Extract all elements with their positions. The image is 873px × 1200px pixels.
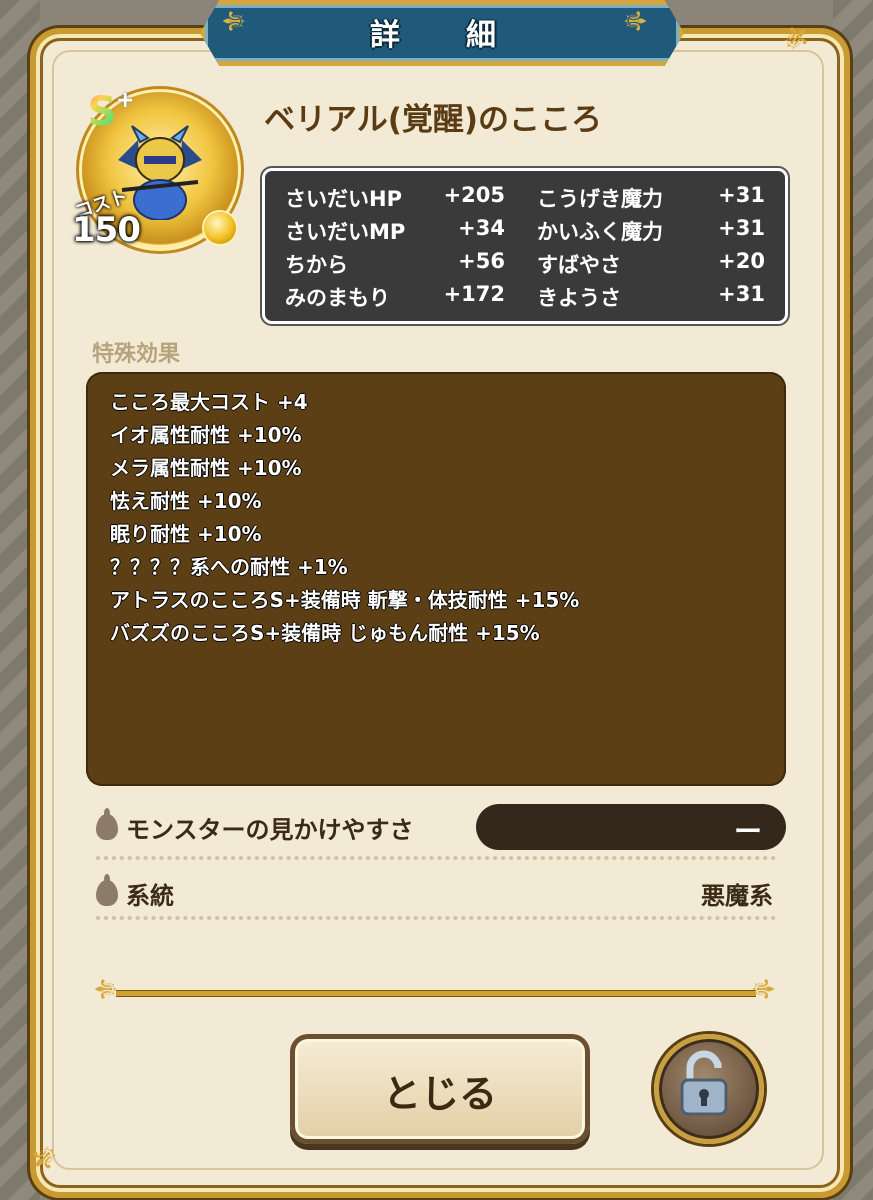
effect-item: メラ属性耐性 +10%: [110, 456, 302, 480]
dotted-divider: [96, 856, 776, 860]
monster-portrait-icon: [118, 125, 202, 220]
effect-item: アトラスのこころS+装備時 斬撃・体技耐性 +15%: [110, 588, 580, 612]
stat-value: +31: [718, 282, 765, 306]
stats-box: さいだいHP +205 さいだいMP +34 ちから +56 みのまもり +17…: [262, 168, 788, 324]
stat-label: かいふく魔力: [537, 220, 663, 244]
family-label: 系統: [126, 882, 174, 910]
close-button[interactable]: とじる: [290, 1034, 590, 1144]
stat-value: +34: [458, 216, 505, 240]
page-title: 詳 細: [370, 18, 514, 53]
unlocked-padlock-icon: [680, 1050, 728, 1116]
divider-fleur-right-icon: ⚜: [744, 975, 780, 1003]
close-button-label: とじる: [382, 1072, 497, 1116]
stat-label: こうげき魔力: [537, 187, 663, 211]
onion-bullet-icon: [96, 808, 118, 840]
effect-item: バズズのこころS+装備時 じゅもん耐性 +15%: [110, 621, 540, 645]
stat-value: +31: [718, 183, 765, 207]
gold-orb-icon: [204, 212, 236, 244]
stat-label: さいだいHP: [285, 187, 402, 211]
stat-value: +56: [458, 249, 505, 273]
divider-fleur-left-icon: ⚜: [89, 975, 125, 1003]
visibility-value: ー: [733, 815, 762, 848]
effect-item: ？？？？系への耐性 +1%: [110, 555, 348, 579]
visibility-label: モンスターの見かけやすさ: [126, 816, 414, 844]
family-value: 悪魔系: [701, 882, 773, 910]
kokoro-name: ベリアル(覚醒)のこころ: [264, 102, 603, 138]
ornamental-divider: [116, 990, 756, 997]
stat-value: +172: [443, 282, 505, 306]
stat-label: ちから: [285, 253, 348, 277]
dotted-divider: [96, 916, 776, 920]
special-effects-box[interactable]: こころ最大コスト +4 イオ属性耐性 +10% メラ属性耐性 +10% 怯え耐性…: [86, 372, 786, 786]
onion-bullet-icon: [96, 874, 118, 906]
stat-label: みのまもり: [285, 286, 390, 310]
visibility-value-box: ー: [476, 804, 786, 850]
stat-value: +205: [443, 183, 505, 207]
effect-item: こころ最大コスト +4: [110, 390, 308, 414]
stat-label: さいだいMP: [285, 220, 406, 244]
cost-value: 150: [72, 210, 141, 250]
special-effects-label: 特殊効果: [92, 342, 181, 367]
stat-value: +31: [718, 216, 765, 240]
effect-item: イオ属性耐性 +10%: [110, 423, 302, 447]
effect-item: 怯え耐性 +10%: [110, 489, 262, 513]
stat-label: きようさ: [537, 286, 621, 310]
stat-label: すばやさ: [537, 253, 621, 277]
rank-plus-icon: +: [116, 88, 135, 113]
stat-value: +20: [718, 249, 765, 273]
effect-item: 眠り耐性 +10%: [110, 522, 262, 546]
lock-toggle-button[interactable]: [654, 1034, 764, 1144]
